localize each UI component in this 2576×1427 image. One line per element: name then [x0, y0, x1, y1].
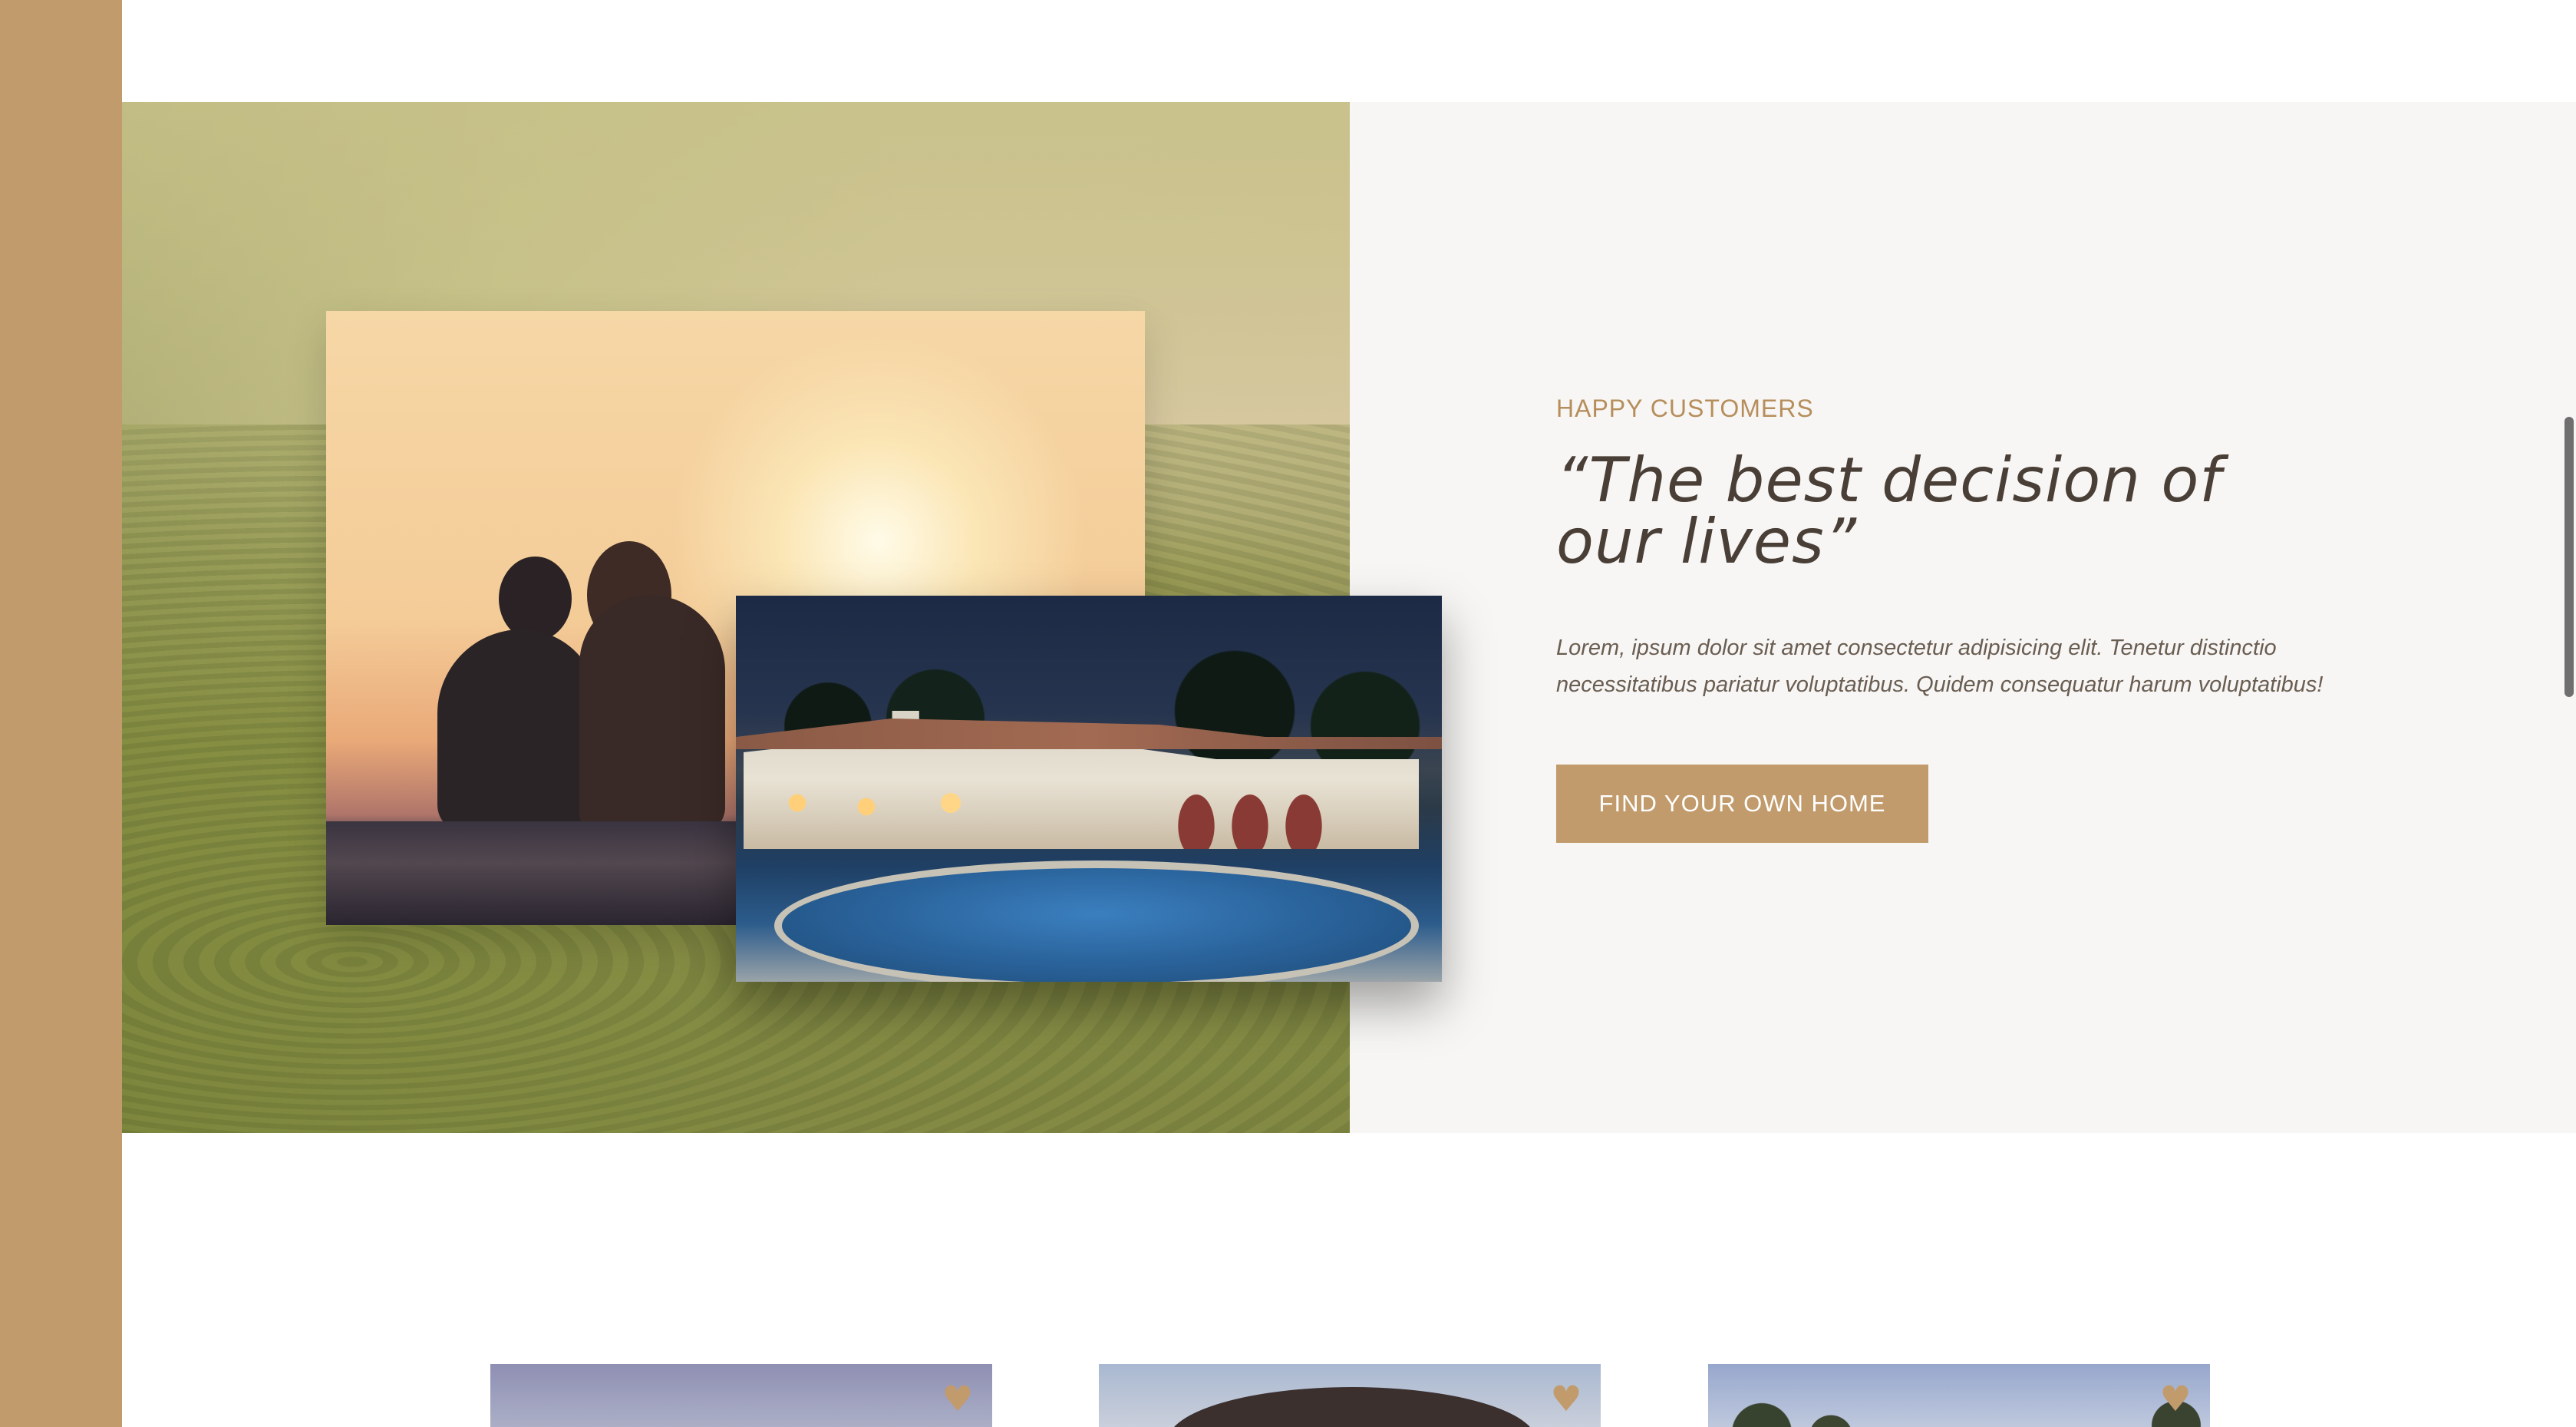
heart-icon[interactable]: ♥ — [2158, 1381, 2193, 1416]
property-card[interactable]: ♥ — [1099, 1364, 1601, 1427]
man-silhouette-head — [499, 557, 572, 641]
villa-windows — [767, 772, 997, 834]
testimonial-heading: “The best decision of our lives” — [1556, 444, 2222, 577]
property-building — [1168, 1387, 1536, 1427]
story-text-panel — [1350, 102, 2576, 1133]
heart-icon[interactable]: ♥ — [1549, 1381, 1584, 1416]
section-eyebrow: HAPPY CUSTOMERS — [1556, 395, 1814, 422]
stories-section — [122, 102, 2576, 1133]
scrollbar-thumb[interactable] — [2564, 417, 2574, 697]
property-card[interactable]: ♥ — [490, 1364, 992, 1427]
villa-pool-photo — [736, 596, 1442, 982]
page: HAPPY CUSTOMERS “The best decision of ou… — [0, 0, 2576, 1427]
woman-silhouette — [579, 595, 725, 833]
villa-arches — [1166, 780, 1334, 849]
property-card[interactable]: ♥ — [1708, 1364, 2210, 1427]
page-scrollbar[interactable] — [2561, 0, 2576, 1427]
testimonial-body: Lorem, ipsum dolor sit amet consectetur … — [1556, 636, 2324, 697]
villa-pool — [774, 860, 1419, 982]
brand-sidebar-strip — [0, 0, 122, 1427]
heart-icon[interactable]: ♥ — [940, 1381, 975, 1416]
man-silhouette — [437, 629, 599, 833]
property-trees — [1708, 1387, 2210, 1427]
find-your-own-home-button[interactable]: FIND YOUR OWN HOME — [1556, 765, 1928, 843]
